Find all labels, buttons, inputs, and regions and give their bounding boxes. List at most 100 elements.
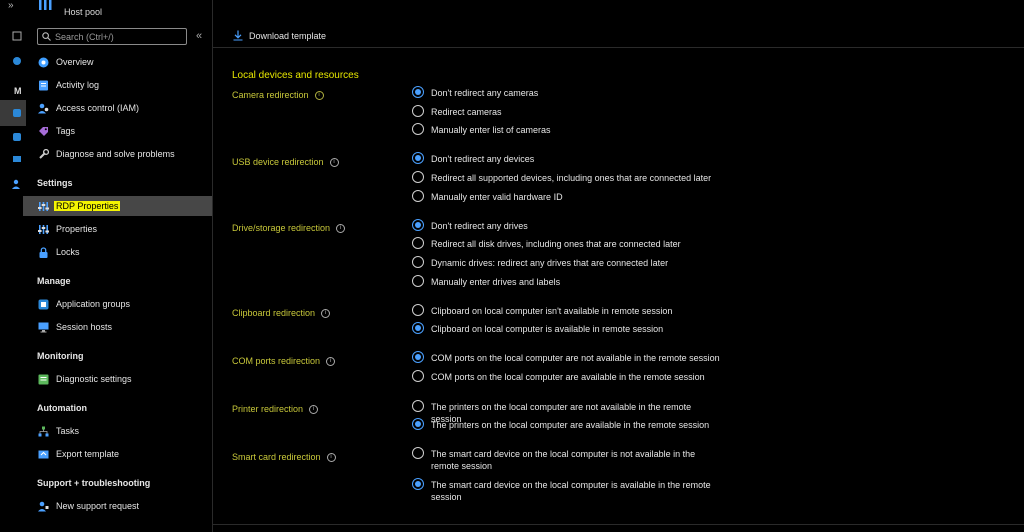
rail-tool-icon[interactable] <box>12 31 22 41</box>
radio-camera-manual[interactable]: Manually enter list of cameras <box>412 123 551 136</box>
property-label-text: COM ports redirection <box>232 356 321 366</box>
radio-button[interactable] <box>412 370 424 382</box>
nav-item-label: Diagnostic settings <box>56 374 132 384</box>
content-divider <box>213 524 1024 525</box>
collapse-menu-icon[interactable]: « <box>196 30 202 42</box>
property-label-text: Camera redirection <box>232 90 309 100</box>
app-group-icon <box>38 299 49 309</box>
radio-com-unavailable[interactable]: COM ports on the local computer are not … <box>412 351 720 364</box>
nav-item-properties[interactable]: Properties <box>28 219 212 239</box>
info-icon[interactable]: i <box>326 356 336 366</box>
nav-item-access-control[interactable]: Access control (IAM) <box>28 98 212 118</box>
radio-drive-none[interactable]: Don't redirect any drives <box>412 219 528 232</box>
radio-smartcard-available[interactable]: The smart card device on the local compu… <box>412 478 721 503</box>
property-label-text: Printer redirection <box>232 404 304 414</box>
radio-drive-all[interactable]: Redirect all disk drives, including ones… <box>412 237 681 250</box>
radio-button[interactable] <box>412 478 424 490</box>
nav-item-label: New support request <box>56 501 140 511</box>
radio-button[interactable] <box>412 304 424 316</box>
radio-camera-redirect[interactable]: Redirect cameras <box>412 105 502 118</box>
radio-camera-none[interactable]: Don't redirect any cameras <box>412 86 538 99</box>
nav-item-tasks[interactable]: Tasks <box>28 421 212 441</box>
info-icon[interactable]: i <box>329 157 339 167</box>
radio-printer-available[interactable]: The printers on the local computer are a… <box>412 418 710 431</box>
rail-app-icon[interactable] <box>12 132 22 142</box>
radio-button[interactable] <box>412 322 424 334</box>
radio-button[interactable] <box>412 123 424 135</box>
radio-usb-manual[interactable]: Manually enter valid hardware ID <box>412 190 563 203</box>
nav-item-rdp-properties[interactable]: RDP Properties <box>23 196 212 216</box>
radio-button[interactable] <box>412 171 424 183</box>
section-automation: Automation <box>37 403 87 413</box>
search-box[interactable] <box>37 28 187 45</box>
radio-button[interactable] <box>412 275 424 287</box>
nav-item-overview[interactable]: Overview <box>28 52 212 72</box>
radio-label: Manually enter drives and labels <box>431 277 561 287</box>
info-icon[interactable]: i <box>326 452 336 462</box>
section-settings: Settings <box>37 178 73 188</box>
radio-button[interactable] <box>412 190 424 202</box>
info-icon[interactable]: i <box>309 404 319 414</box>
info-icon[interactable]: i <box>336 223 346 233</box>
radio-button[interactable] <box>412 86 424 98</box>
radio-button[interactable] <box>412 418 424 430</box>
rail-service-icon[interactable] <box>12 56 22 66</box>
radio-button[interactable] <box>412 256 424 268</box>
iam-icon <box>38 103 49 113</box>
rail-hostpool-icon[interactable] <box>12 108 22 118</box>
radio-smartcard-unavailable[interactable]: The smart card device on the local compu… <box>412 447 721 472</box>
radio-button[interactable] <box>412 105 424 117</box>
usb-redirection-label: USB device redirection i <box>232 157 339 167</box>
radio-button[interactable] <box>412 447 424 459</box>
radio-button[interactable] <box>412 219 424 231</box>
property-label-text: Smart card redirection <box>232 452 321 462</box>
nav-item-activity-log[interactable]: Activity log <box>28 75 212 95</box>
radio-drive-dynamic[interactable]: Dynamic drives: redirect any drives that… <box>412 256 669 269</box>
search-input[interactable] <box>55 31 183 42</box>
nav-item-diagnose[interactable]: Diagnose and solve problems <box>28 144 212 164</box>
property-label-text: USB device redirection <box>232 157 324 167</box>
radio-usb-all[interactable]: Redirect all supported devices, includin… <box>412 171 711 184</box>
tasks-icon <box>38 426 49 436</box>
radio-drive-manual[interactable]: Manually enter drives and labels <box>412 275 561 288</box>
radio-button[interactable] <box>412 351 424 363</box>
radio-label: The smart card device on the local compu… <box>431 449 696 471</box>
nav-item-diagnostic-settings[interactable]: Diagnostic settings <box>28 369 212 389</box>
nav-item-label: Session hosts <box>56 322 113 332</box>
radio-usb-none[interactable]: Don't redirect any devices <box>412 152 534 165</box>
info-icon[interactable]: i <box>321 308 331 318</box>
radio-button[interactable] <box>412 237 424 249</box>
radio-label: Dynamic drives: redirect any drives that… <box>431 258 669 268</box>
nav-item-locks[interactable]: Locks <box>28 242 212 262</box>
radio-com-available[interactable]: COM ports on the local computer are avai… <box>412 370 705 383</box>
expand-menu-icon[interactable]: » <box>8 0 18 11</box>
nav-item-session-hosts[interactable]: Session hosts <box>28 317 212 337</box>
rail-users-icon[interactable] <box>12 179 22 189</box>
radio-button[interactable] <box>412 400 424 412</box>
nav-item-new-support-request[interactable]: New support request <box>28 496 212 516</box>
nav-item-label: Overview <box>56 57 94 67</box>
property-label-text: Drive/storage redirection <box>232 223 331 233</box>
download-template-button[interactable]: Download template <box>233 30 326 41</box>
radio-clipboard-unavailable[interactable]: Clipboard on local computer isn't availa… <box>412 304 673 317</box>
camera-redirection-label: Camera redirection i <box>232 90 324 100</box>
nav-item-export-template[interactable]: Export template <box>28 444 212 464</box>
radio-label: Redirect cameras <box>431 107 502 117</box>
search-icon <box>42 32 51 41</box>
nav-item-tags[interactable]: Tags <box>28 121 212 141</box>
clipboard-redirection-label: Clipboard redirection i <box>232 308 331 318</box>
radio-label: Clipboard on local computer isn't availa… <box>431 306 673 316</box>
download-template-label: Download template <box>249 30 327 41</box>
rail-monitor-icon[interactable] <box>12 155 22 165</box>
resource-menu: Host pool « Overview Activity log Access… <box>23 0 213 532</box>
radio-button[interactable] <box>412 152 424 164</box>
nav-item-application-groups[interactable]: Application groups <box>28 294 212 314</box>
radio-clipboard-available[interactable]: Clipboard on local computer is available… <box>412 322 663 335</box>
nav-item-label: Locks <box>56 247 80 257</box>
radio-label: The printers on the local computer are a… <box>431 420 710 430</box>
nav-item-label: Application groups <box>56 299 131 309</box>
info-icon[interactable]: i <box>314 90 324 100</box>
section-heading: Local devices and resources <box>232 70 359 81</box>
command-bar: Download template <box>213 26 1024 48</box>
section-support: Support + troubleshooting <box>37 478 151 488</box>
